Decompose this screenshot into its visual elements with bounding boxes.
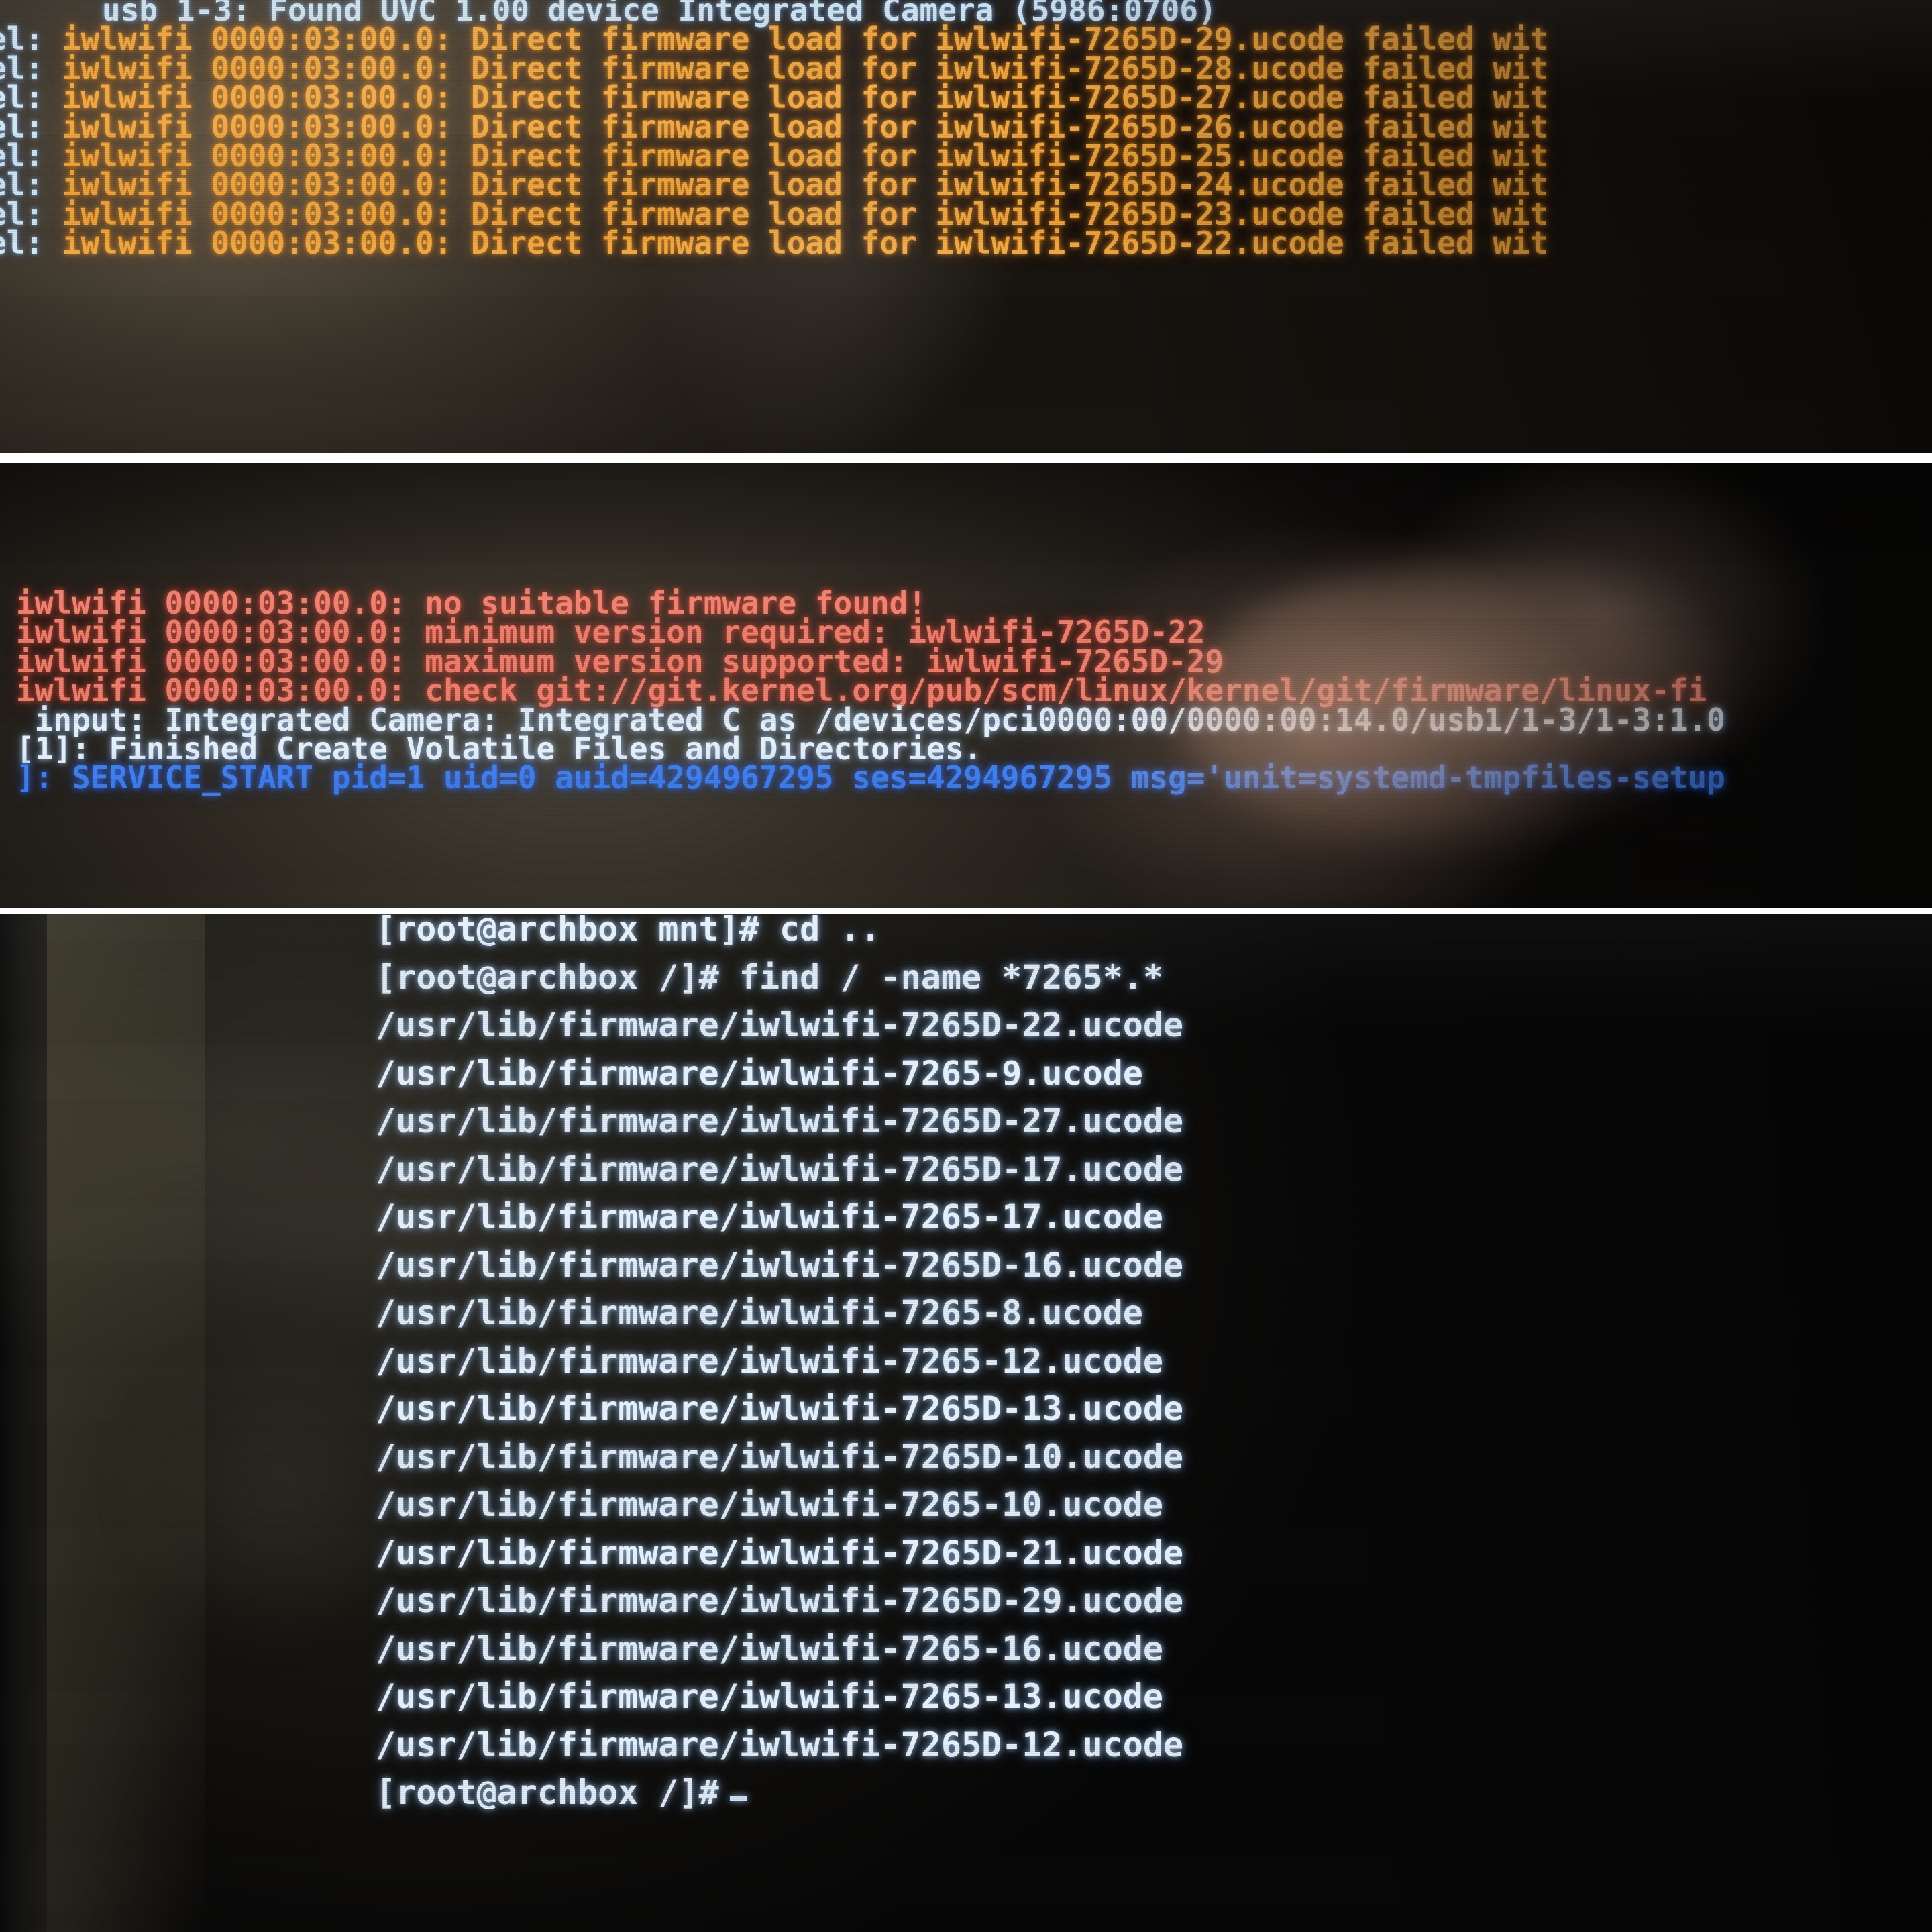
laptop-bezel-inner <box>47 914 205 1932</box>
find-result-path: /usr/lib/firmware/iwlwifi-7265D-27.ucode <box>376 1102 1184 1140</box>
shell-prompt-text: [root@archbox mnt]# cd .. <box>376 914 881 949</box>
find-result-path: /usr/lib/firmware/iwlwifi-7265D-17.ucode <box>376 1149 1184 1189</box>
find-result-row: /usr/lib/firmware/iwlwifi-7265-9.ucode <box>376 1050 1183 1098</box>
panel-no-suitable-firmware: iwlwifi 0000:03:00.0: no suitable firmwa… <box>0 463 1932 908</box>
laptop-bezel-edge <box>0 914 47 1932</box>
find-result-row: /usr/lib/firmware/iwlwifi-7265D-12.ucode <box>376 1721 1183 1770</box>
console-line-text: ]: SERVICE_START pid=1 uid=0 auid=429496… <box>16 759 1725 796</box>
find-result-path: /usr/lib/firmware/iwlwifi-7265D-16.ucode <box>376 1245 1184 1285</box>
console-line-text: iwlwifi 0000:03:00.0: Direct firmware lo… <box>62 225 1549 262</box>
panel-seam-1 <box>0 453 1932 463</box>
panel-find-output: [root@archbox mnt]# cd .. [root@archbox /… <box>0 914 1932 1932</box>
find-result-row: /usr/lib/firmware/iwlwifi-7265D-10.ucode <box>376 1434 1183 1482</box>
find-result-path: /usr/lib/firmware/iwlwifi-7265D-29.ucode <box>376 1581 1184 1620</box>
find-result-row: /usr/lib/firmware/iwlwifi-7265D-22.ucode <box>376 1002 1183 1050</box>
find-result-path: /usr/lib/firmware/iwlwifi-7265-17.ucode <box>376 1197 1163 1236</box>
find-result-row: /usr/lib/firmware/iwlwifi-7265-17.ucode <box>376 1193 1183 1242</box>
shell-prompt-line: [root@archbox /]# <box>376 1769 1183 1817</box>
find-result-row: /usr/lib/firmware/iwlwifi-7265-16.ucode <box>376 1625 1183 1674</box>
find-result-row: /usr/lib/firmware/iwlwifi-7265-8.ucode <box>376 1289 1183 1338</box>
find-result-path: /usr/lib/firmware/iwlwifi-7265D-13.ucode <box>376 1389 1184 1428</box>
shell-command-line: [root@archbox /]# find / -name *7265*.* <box>376 954 1183 1002</box>
find-result-row: /usr/lib/firmware/iwlwifi-7265-12.ucode <box>376 1338 1183 1386</box>
find-result-row: /usr/lib/firmware/iwlwifi-7265D-16.ucode <box>376 1242 1183 1290</box>
panel3-console-text: [root@archbox mnt]# cd .. [root@archbox /… <box>376 914 1183 1817</box>
screenshot-collage: usb 1-3: Found UVC 1.00 device Integrate… <box>0 0 1932 1932</box>
find-result-path: /usr/lib/firmware/iwlwifi-7265-16.ucode <box>376 1629 1163 1668</box>
find-result-row: /usr/lib/firmware/iwlwifi-7265D-17.ucode <box>376 1146 1183 1194</box>
console-line: ]: SERVICE_START pid=1 uid=0 auid=429496… <box>16 762 1725 793</box>
find-result-path: /usr/lib/firmware/iwlwifi-7265-8.ucode <box>376 1293 1143 1332</box>
find-result-path: /usr/lib/firmware/iwlwifi-7265-13.ucode <box>376 1677 1163 1716</box>
find-result-row: /usr/lib/firmware/iwlwifi-7265D-13.ucode <box>376 1385 1183 1434</box>
find-result-path: /usr/lib/firmware/iwlwifi-7265D-12.ucode <box>376 1725 1184 1764</box>
text-cursor <box>729 1796 747 1801</box>
console-line: el: iwlwifi 0000:03:00.0: Direct firmwar… <box>0 227 1548 258</box>
find-result-path: /usr/lib/firmware/iwlwifi-7265-12.ucode <box>376 1341 1163 1381</box>
console-line-prefix: el: <box>0 225 44 262</box>
find-result-row: /usr/lib/firmware/iwlwifi-7265D-29.ucode <box>376 1577 1183 1625</box>
shell-command-text: [root@archbox /]# find / -name *7265*.* <box>376 957 1163 997</box>
find-result-path: /usr/lib/firmware/iwlwifi-7265D-21.ucode <box>376 1533 1184 1572</box>
shell-prompt-line: [root@archbox mnt]# cd .. <box>376 914 1183 954</box>
find-result-row: /usr/lib/firmware/iwlwifi-7265D-27.ucode <box>376 1097 1183 1146</box>
find-result-path: /usr/lib/firmware/iwlwifi-7265-9.ucode <box>376 1053 1143 1093</box>
panel1-console-text: usb 1-3: Found UVC 1.00 device Integrate… <box>0 0 1548 258</box>
find-result-path: /usr/lib/firmware/iwlwifi-7265-10.ucode <box>376 1485 1163 1524</box>
find-result-path: /usr/lib/firmware/iwlwifi-7265D-22.ucode <box>376 1006 1184 1044</box>
find-result-row: /usr/lib/firmware/iwlwifi-7265-10.ucode <box>376 1481 1183 1529</box>
panel-seam-2 <box>0 908 1932 914</box>
panel-dmesg-firmware-failures: usb 1-3: Found UVC 1.00 device Integrate… <box>0 0 1932 453</box>
find-result-row: /usr/lib/firmware/iwlwifi-7265-13.ucode <box>376 1673 1183 1721</box>
panel2-console-text: iwlwifi 0000:03:00.0: no suitable firmwa… <box>16 588 1725 793</box>
find-result-row: /usr/lib/firmware/iwlwifi-7265D-21.ucode <box>376 1529 1183 1578</box>
find-result-path: /usr/lib/firmware/iwlwifi-7265D-10.ucode <box>376 1437 1184 1477</box>
shell-prompt-text: [root@archbox /]# <box>376 1773 719 1812</box>
